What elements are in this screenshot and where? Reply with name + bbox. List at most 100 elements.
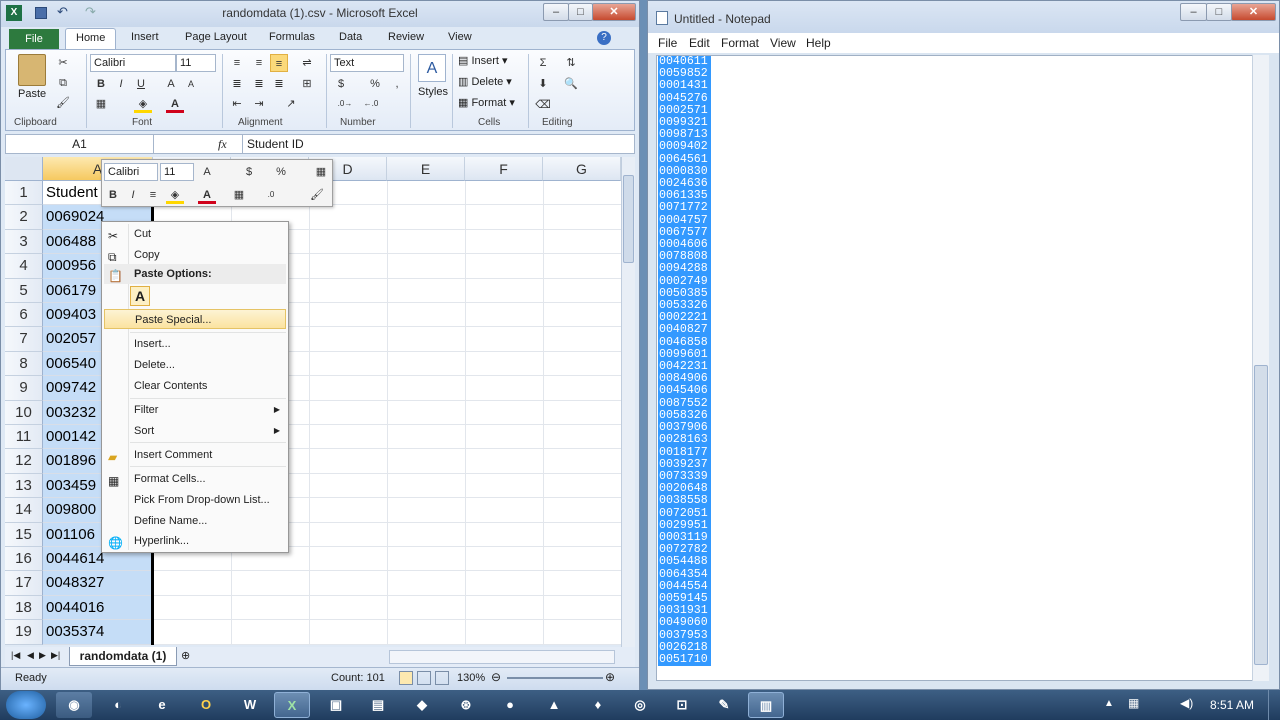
notepad-text-area[interactable]: 0040611 0059852 0001431 0045276 0002571 00993… (656, 55, 1262, 681)
bold-button[interactable]: B (92, 75, 110, 93)
paste-option-keep-text-icon[interactable]: A (130, 286, 150, 306)
mini-italic-button[interactable]: I (124, 186, 142, 204)
notepad-app-icon[interactable] (656, 11, 668, 25)
styles-icon[interactable]: A (418, 54, 446, 82)
currency-icon[interactable]: $ (332, 75, 350, 93)
row-header[interactable]: 17 (5, 571, 43, 596)
mini-grow-font-icon[interactable]: A (198, 163, 216, 181)
autosum-icon[interactable]: Σ (534, 54, 552, 72)
row-header[interactable]: 8 (5, 351, 43, 377)
increase-decimal-icon[interactable]: .0→ (336, 95, 354, 113)
app-taskbar-icon[interactable]: ▣ (318, 692, 354, 718)
zoom-in-icon[interactable]: ⊕ (605, 670, 615, 684)
mini-paintbrush-icon[interactable]: 🖌 (308, 186, 326, 204)
copy-icon[interactable]: ⧉ (54, 74, 72, 92)
app2-taskbar-icon[interactable]: ⊛ (448, 692, 484, 718)
cut-icon[interactable]: ✂ (54, 54, 72, 72)
word-taskbar-icon[interactable]: W (232, 692, 268, 718)
orientation-icon[interactable]: ↗ (282, 95, 300, 113)
font-color-icon[interactable]: A (166, 95, 184, 113)
cell-a[interactable]: 0035374 (43, 620, 153, 645)
zoom-out-icon[interactable]: ⊖ (491, 670, 501, 684)
menu-item-hyperlink[interactable]: 🌐 Hyperlink... (104, 531, 286, 551)
menu-item-filter[interactable]: Filter ▶ (104, 400, 286, 420)
mini-font-combo[interactable]: Calibri (104, 163, 158, 181)
fx-icon[interactable]: fx (218, 137, 227, 152)
row-header[interactable]: 3 (5, 229, 43, 255)
menu-help[interactable]: Help (806, 36, 831, 50)
menu-item-cut[interactable]: ✂ Cut (104, 224, 286, 244)
page-break-view-icon[interactable] (435, 671, 449, 685)
tray-arrow-icon[interactable]: ▲ (1104, 698, 1114, 709)
paste-button[interactable]: Paste (18, 88, 46, 100)
menu-item-copy[interactable]: ⧉ Copy (104, 245, 286, 265)
notepad-scroll-thumb[interactable] (1254, 365, 1268, 665)
menu-edit[interactable]: Edit (689, 36, 710, 50)
tab-page-layout[interactable]: Page Layout (185, 31, 247, 43)
menu-item-define-name[interactable]: Define Name... (104, 511, 286, 531)
cell-a[interactable]: 0048327 (43, 571, 153, 596)
menu-item-format-cells[interactable]: ▦ Format Cells... (104, 469, 286, 489)
app3-taskbar-icon[interactable]: ● (492, 692, 528, 718)
align-left-icon[interactable]: ≣ (228, 75, 246, 93)
column-header-e[interactable]: E (387, 157, 465, 181)
insert-sheet-icon[interactable]: ⊕ (181, 649, 190, 662)
underline-button[interactable]: U (132, 75, 150, 93)
merge-icon[interactable]: ⊞ (298, 75, 316, 93)
menu-item-insert[interactable]: Insert... (104, 334, 286, 354)
find-select-icon[interactable]: 🔍 (562, 75, 580, 93)
row-header[interactable]: 18 (5, 595, 43, 621)
row-header[interactable]: 7 (5, 327, 43, 352)
excel-taskbar-icon[interactable]: X (274, 692, 310, 718)
mini-align-icon[interactable]: ≡ (144, 186, 162, 204)
mini-fill-color-icon[interactable]: ◈ (166, 186, 184, 204)
notepad-title-bar[interactable]: Untitled - Notepad ‒ □ ✕ (648, 1, 1279, 33)
paste-icon[interactable] (18, 54, 46, 86)
mini-percent-icon[interactable]: % (272, 163, 290, 181)
notepad-taskbar-icon[interactable]: ▥ (748, 692, 784, 718)
mini-bold-button[interactable]: B (104, 186, 122, 204)
notepad-vertical-scrollbar[interactable] (1252, 55, 1269, 681)
format-cells-button[interactable]: ▦ Format ▾ (458, 96, 515, 109)
network-icon[interactable]: ▦ (1128, 696, 1139, 710)
row-header[interactable]: 5 (5, 278, 43, 303)
volume-icon[interactable]: ◀) (1180, 696, 1193, 710)
app6-taskbar-icon[interactable]: ◎ (622, 692, 658, 718)
ie-taskbar-icon[interactable]: e (144, 692, 180, 718)
show-desktop-button[interactable] (1268, 690, 1280, 720)
sort-filter-icon[interactable]: ⇅ (562, 54, 580, 72)
formula-input[interactable]: Student ID (242, 135, 632, 153)
sheet-nav-next-icon[interactable]: ▶ (39, 650, 46, 661)
maximize-button[interactable]: □ (568, 3, 593, 21)
menu-item-clear-contents[interactable]: Clear Contents (104, 376, 286, 396)
decrease-decimal-icon[interactable]: ←.0 (362, 95, 380, 113)
row-header[interactable]: 9 (5, 376, 43, 401)
row-header[interactable]: 16 (5, 547, 43, 572)
notepad-minimize-button[interactable]: ‒ (1180, 3, 1207, 21)
row-header[interactable]: 13 (5, 473, 43, 499)
app5-taskbar-icon[interactable]: ♦ (580, 692, 616, 718)
row-header[interactable]: 19 (5, 620, 43, 645)
column-header-f[interactable]: F (465, 157, 543, 181)
indent-decrease-icon[interactable]: ⇤ (228, 95, 246, 113)
align-top-icon[interactable]: ≡ (228, 54, 246, 72)
minimize-button[interactable]: ‒ (543, 3, 569, 21)
mini-borders-icon[interactable]: ▦ (230, 186, 248, 204)
mini-font-color-icon[interactable]: A (198, 186, 216, 204)
start-button[interactable] (6, 691, 46, 719)
tab-formulas[interactable]: Formulas (269, 31, 315, 43)
excel-title-bar[interactable]: X ↶ ↷ randomdata (1).csv - Microsoft Exc… (1, 1, 639, 27)
outlook-taskbar-icon[interactable]: O (188, 692, 224, 718)
tab-review[interactable]: Review (388, 31, 424, 43)
tab-file[interactable]: File (9, 29, 59, 49)
mini-decimal-icon[interactable]: .0 (262, 186, 280, 204)
menu-item-insert-comment[interactable]: ▰ Insert Comment (104, 445, 286, 465)
align-center-icon[interactable]: ≣ (250, 75, 268, 93)
vertical-scrollbar[interactable] (621, 157, 635, 647)
sheet-nav-prev-icon[interactable]: ◀ (27, 650, 34, 661)
indent-increase-icon[interactable]: ⇥ (250, 95, 268, 113)
worksheet-grid[interactable]: A B C D E F G 1Student200690243006488400… (5, 157, 621, 645)
zoom-level[interactable]: 130% (457, 672, 485, 684)
notepad-maximize-button[interactable]: □ (1206, 3, 1232, 21)
tab-home[interactable]: Home (65, 28, 117, 50)
